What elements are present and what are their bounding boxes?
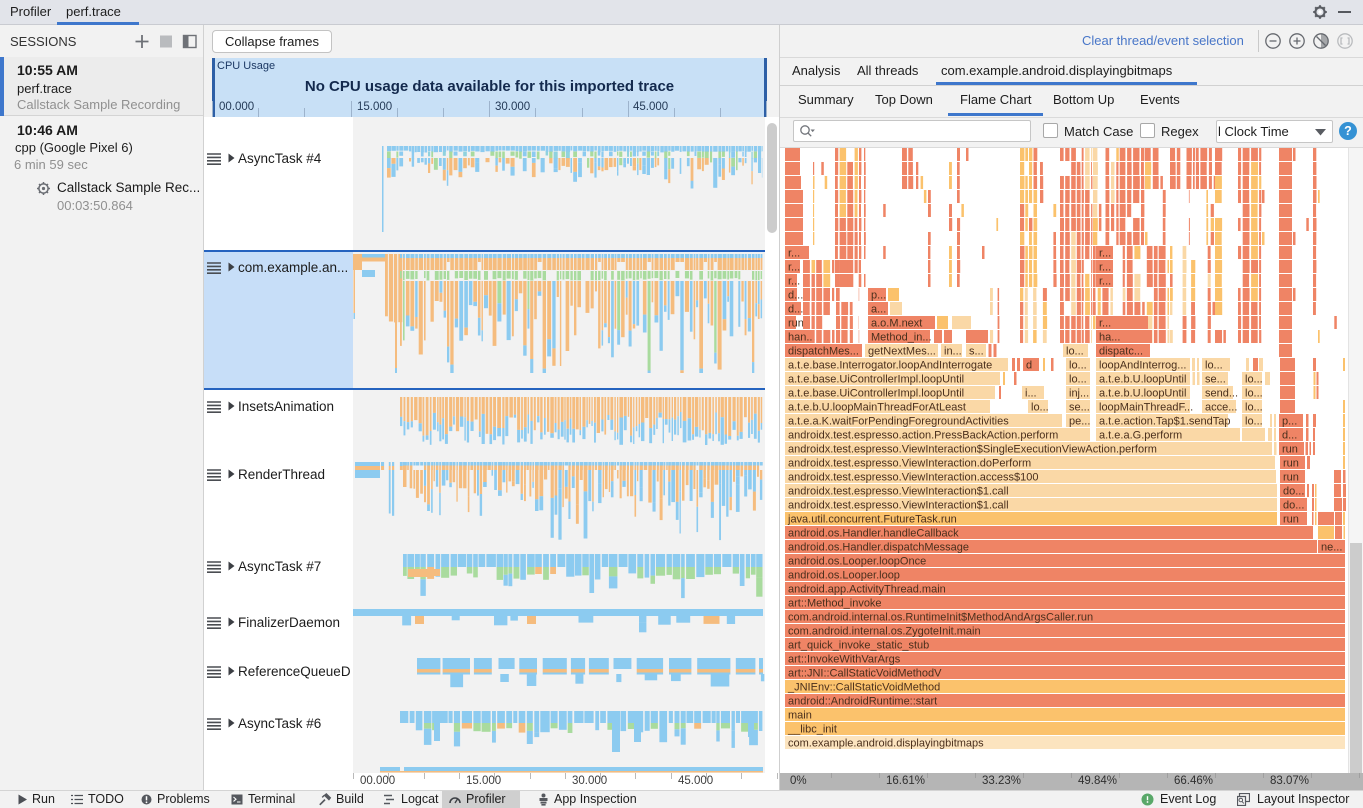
svg-text:r...: r...	[1099, 276, 1111, 288]
svg-text:androidx.test.espresso.ViewInt: androidx.test.espresso.ViewInteraction.d…	[788, 458, 1031, 470]
svg-text:r...: r...	[1099, 318, 1111, 330]
svg-text:art::JNI::CallStaticVoidMethod: art::JNI::CallStaticVoidMethodV	[788, 668, 942, 680]
svg-text:run: run	[1282, 444, 1298, 456]
svg-text:a.o.M.next: a.o.M.next	[871, 318, 922, 330]
svg-text:main: main	[788, 710, 812, 722]
svg-text:han...: han...	[788, 332, 816, 344]
svg-text:com.android.internal.os.Zygote: com.android.internal.os.ZygoteInit.main	[788, 626, 981, 638]
svg-text:androidx.test.espresso.action.: androidx.test.espresso.action.PressBackA…	[788, 430, 1058, 442]
svg-text:run: run	[788, 318, 804, 330]
svg-text:a.t.e.a.K.waitForPendingForegr: a.t.e.a.K.waitForPendingForegroundActivi…	[788, 416, 1009, 428]
svg-text:_JNIEnv::CallStaticVoidMethod: _JNIEnv::CallStaticVoidMethod	[787, 682, 940, 694]
svg-text:a.t.e.base.UiControllerImpl.lo: a.t.e.base.UiControllerImpl.loopUntil	[788, 388, 964, 400]
svg-text:i...: i...	[1025, 388, 1037, 400]
svg-text:loopMainThreadF...: loopMainThreadF...	[1099, 402, 1193, 414]
svg-text:__libc_init: __libc_init	[787, 724, 837, 736]
svg-text:run: run	[1283, 514, 1299, 526]
svg-text:android::AndroidRuntime::start: android::AndroidRuntime::start	[788, 696, 937, 708]
svg-text:ha...: ha...	[1099, 332, 1120, 344]
svg-text:lo...: lo...	[1069, 374, 1087, 386]
svg-text:p...: p...	[871, 290, 886, 302]
svg-text:se...: se...	[1069, 402, 1090, 414]
svg-text:art::Method_invoke: art::Method_invoke	[788, 598, 882, 610]
svg-text:lo...: lo...	[1205, 360, 1223, 372]
svg-text:d...: d...	[788, 290, 803, 302]
svg-text:lo...: lo...	[1245, 416, 1263, 428]
svg-text:android.os.Looper.loop: android.os.Looper.loop	[788, 570, 900, 582]
svg-text:a.t.e.b.U.loopMainThreadForAtL: a.t.e.b.U.loopMainThreadForAtLeast	[788, 402, 966, 414]
svg-text:lo...: lo...	[1069, 360, 1087, 372]
svg-text:a.t.e.base.UiControllerImpl.lo: a.t.e.base.UiControllerImpl.loopUntil	[788, 374, 964, 386]
svg-text:se...: se...	[1205, 374, 1226, 386]
svg-text:androidx.test.espresso.ViewInt: androidx.test.espresso.ViewInteraction.a…	[788, 472, 1039, 484]
svg-text:loopAndInterrog...: loopAndInterrog...	[1099, 360, 1186, 372]
svg-text:art_quick_invoke_static_stub: art_quick_invoke_static_stub	[788, 640, 929, 652]
svg-text:android.app.ActivityThread.mai: android.app.ActivityThread.main	[788, 584, 946, 596]
svg-text:java.util.concurrent.FutureTas: java.util.concurrent.FutureTask.run	[787, 514, 957, 526]
svg-text:r...: r...	[788, 276, 800, 288]
svg-text:r...: r...	[1099, 248, 1111, 260]
svg-text:Method_in...: Method_in...	[871, 332, 932, 344]
svg-text:s...: s...	[969, 346, 984, 358]
svg-text:lo...: lo...	[1245, 374, 1263, 386]
svg-text:acce...: acce...	[1205, 402, 1237, 414]
svg-text:getNextMes...: getNextMes...	[868, 346, 936, 358]
svg-text:android.os.Handler.dispatchMes: android.os.Handler.dispatchMessage	[788, 542, 969, 554]
svg-text:android.os.Handler.handleCallb: android.os.Handler.handleCallback	[788, 528, 959, 540]
svg-text:a.t.e.b.U.loopUntil: a.t.e.b.U.loopUntil	[1099, 374, 1186, 386]
svg-text:r...: r...	[1099, 262, 1111, 274]
svg-text:pe...: pe...	[1069, 416, 1090, 428]
svg-text:in...: in...	[944, 346, 962, 358]
svg-text:do...: do...	[1283, 486, 1304, 498]
svg-text:a...: a...	[871, 304, 886, 316]
svg-text:a.t.e.base.Interrogator.loopAn: a.t.e.base.Interrogator.loopAndInterroga…	[788, 360, 992, 372]
svg-text:ne...: ne...	[1321, 542, 1342, 554]
svg-text:run: run	[1283, 458, 1299, 470]
svg-text:inj...: inj...	[1069, 388, 1089, 400]
svg-text:a.t.e.action.Tap$1.sendTap: a.t.e.action.Tap$1.sendTap	[1099, 416, 1230, 428]
svg-text:lo...: lo...	[1066, 346, 1084, 358]
svg-text:androidx.test.espresso.ViewInt: androidx.test.espresso.ViewInteraction$1…	[788, 500, 1009, 512]
svg-text:d...: d...	[788, 304, 803, 316]
svg-text:com.example.android.displaying: com.example.android.displayingbitmaps	[788, 738, 984, 750]
svg-text:lo...: lo...	[1031, 402, 1049, 414]
svg-text:run: run	[1283, 472, 1299, 484]
svg-text:d...: d...	[1282, 430, 1297, 442]
svg-text:lo...: lo...	[1245, 402, 1263, 414]
svg-text:com.android.internal.os.Runtim: com.android.internal.os.RuntimeInit$Meth…	[788, 612, 1093, 624]
svg-text:dispatchMes...: dispatchMes...	[788, 346, 859, 358]
svg-text:art::InvokeWithVarArgs: art::InvokeWithVarArgs	[788, 654, 901, 666]
svg-text:r...: r...	[788, 262, 800, 274]
svg-text:androidx.test.espresso.ViewInt: androidx.test.espresso.ViewInteraction$1…	[788, 486, 1009, 498]
svg-text:do...: do...	[1283, 500, 1304, 512]
svg-text:a.t.e.a.G.perform: a.t.e.a.G.perform	[1099, 430, 1182, 442]
svg-text:send...: send...	[1205, 388, 1238, 400]
svg-text:lo...: lo...	[1245, 388, 1263, 400]
svg-text:androidx.test.espresso.ViewInt: androidx.test.espresso.ViewInteraction$S…	[788, 444, 1157, 456]
svg-text:dispatc...: dispatc...	[1099, 346, 1143, 358]
svg-text:d: d	[1026, 360, 1032, 372]
svg-text:p...: p...	[1282, 416, 1297, 428]
svg-text:r...: r...	[788, 248, 800, 260]
svg-text:a.t.e.b.U.loopUntil: a.t.e.b.U.loopUntil	[1099, 388, 1186, 400]
svg-text:android.os.Looper.loopOnce: android.os.Looper.loopOnce	[788, 556, 926, 568]
